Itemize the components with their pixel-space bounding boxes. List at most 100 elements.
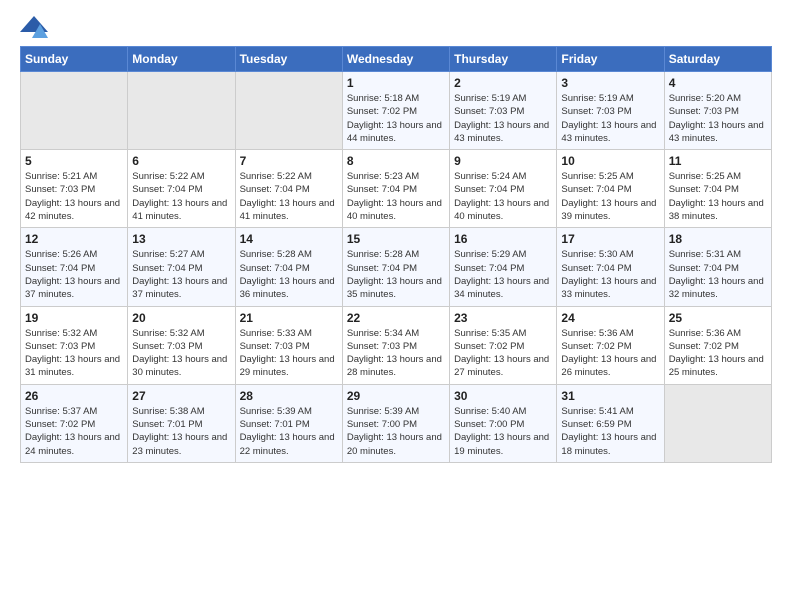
day-number: 31 xyxy=(561,389,659,403)
day-number: 11 xyxy=(669,154,767,168)
day-number: 23 xyxy=(454,311,552,325)
day-number: 4 xyxy=(669,76,767,90)
day-number: 29 xyxy=(347,389,445,403)
calendar-cell: 25 Sunrise: 5:36 AM Sunset: 7:02 PM Dayl… xyxy=(664,306,771,384)
calendar-cell: 4 Sunrise: 5:20 AM Sunset: 7:03 PM Dayli… xyxy=(664,72,771,150)
day-info: Sunrise: 5:22 AM Sunset: 7:04 PM Dayligh… xyxy=(240,170,338,223)
calendar-cell: 30 Sunrise: 5:40 AM Sunset: 7:00 PM Dayl… xyxy=(450,384,557,462)
calendar-cell: 23 Sunrise: 5:35 AM Sunset: 7:02 PM Dayl… xyxy=(450,306,557,384)
day-info: Sunrise: 5:30 AM Sunset: 7:04 PM Dayligh… xyxy=(561,248,659,301)
day-info: Sunrise: 5:25 AM Sunset: 7:04 PM Dayligh… xyxy=(669,170,767,223)
day-info: Sunrise: 5:41 AM Sunset: 6:59 PM Dayligh… xyxy=(561,405,659,458)
header xyxy=(20,16,772,38)
calendar-cell: 6 Sunrise: 5:22 AM Sunset: 7:04 PM Dayli… xyxy=(128,150,235,228)
day-info: Sunrise: 5:25 AM Sunset: 7:04 PM Dayligh… xyxy=(561,170,659,223)
calendar-cell: 9 Sunrise: 5:24 AM Sunset: 7:04 PM Dayli… xyxy=(450,150,557,228)
calendar-cell: 3 Sunrise: 5:19 AM Sunset: 7:03 PM Dayli… xyxy=(557,72,664,150)
calendar-cell xyxy=(235,72,342,150)
day-number: 9 xyxy=(454,154,552,168)
calendar-cell: 10 Sunrise: 5:25 AM Sunset: 7:04 PM Dayl… xyxy=(557,150,664,228)
day-info: Sunrise: 5:39 AM Sunset: 7:00 PM Dayligh… xyxy=(347,405,445,458)
calendar-table: SundayMondayTuesdayWednesdayThursdayFrid… xyxy=(20,46,772,463)
day-number: 2 xyxy=(454,76,552,90)
calendar-cell: 29 Sunrise: 5:39 AM Sunset: 7:00 PM Dayl… xyxy=(342,384,449,462)
calendar-cell: 17 Sunrise: 5:30 AM Sunset: 7:04 PM Dayl… xyxy=(557,228,664,306)
day-info: Sunrise: 5:21 AM Sunset: 7:03 PM Dayligh… xyxy=(25,170,123,223)
calendar-cell: 15 Sunrise: 5:28 AM Sunset: 7:04 PM Dayl… xyxy=(342,228,449,306)
weekday-header: Sunday xyxy=(21,47,128,72)
calendar-cell: 24 Sunrise: 5:36 AM Sunset: 7:02 PM Dayl… xyxy=(557,306,664,384)
weekday-header: Wednesday xyxy=(342,47,449,72)
calendar-cell: 5 Sunrise: 5:21 AM Sunset: 7:03 PM Dayli… xyxy=(21,150,128,228)
day-number: 25 xyxy=(669,311,767,325)
day-number: 1 xyxy=(347,76,445,90)
day-number: 14 xyxy=(240,232,338,246)
day-number: 7 xyxy=(240,154,338,168)
day-number: 8 xyxy=(347,154,445,168)
day-number: 15 xyxy=(347,232,445,246)
logo xyxy=(20,16,52,38)
calendar-week-row: 26 Sunrise: 5:37 AM Sunset: 7:02 PM Dayl… xyxy=(21,384,772,462)
day-number: 12 xyxy=(25,232,123,246)
day-number: 18 xyxy=(669,232,767,246)
calendar-cell: 16 Sunrise: 5:29 AM Sunset: 7:04 PM Dayl… xyxy=(450,228,557,306)
calendar-cell: 28 Sunrise: 5:39 AM Sunset: 7:01 PM Dayl… xyxy=(235,384,342,462)
day-number: 24 xyxy=(561,311,659,325)
day-number: 13 xyxy=(132,232,230,246)
day-info: Sunrise: 5:37 AM Sunset: 7:02 PM Dayligh… xyxy=(25,405,123,458)
calendar-cell: 11 Sunrise: 5:25 AM Sunset: 7:04 PM Dayl… xyxy=(664,150,771,228)
day-info: Sunrise: 5:27 AM Sunset: 7:04 PM Dayligh… xyxy=(132,248,230,301)
calendar-week-row: 12 Sunrise: 5:26 AM Sunset: 7:04 PM Dayl… xyxy=(21,228,772,306)
day-number: 20 xyxy=(132,311,230,325)
day-number: 30 xyxy=(454,389,552,403)
day-info: Sunrise: 5:28 AM Sunset: 7:04 PM Dayligh… xyxy=(240,248,338,301)
day-number: 10 xyxy=(561,154,659,168)
day-number: 6 xyxy=(132,154,230,168)
calendar-week-row: 1 Sunrise: 5:18 AM Sunset: 7:02 PM Dayli… xyxy=(21,72,772,150)
weekday-header: Saturday xyxy=(664,47,771,72)
calendar-cell xyxy=(664,384,771,462)
calendar-cell: 14 Sunrise: 5:28 AM Sunset: 7:04 PM Dayl… xyxy=(235,228,342,306)
calendar-cell: 1 Sunrise: 5:18 AM Sunset: 7:02 PM Dayli… xyxy=(342,72,449,150)
calendar-cell xyxy=(21,72,128,150)
day-info: Sunrise: 5:20 AM Sunset: 7:03 PM Dayligh… xyxy=(669,92,767,145)
calendar-cell: 22 Sunrise: 5:34 AM Sunset: 7:03 PM Dayl… xyxy=(342,306,449,384)
day-number: 5 xyxy=(25,154,123,168)
day-info: Sunrise: 5:18 AM Sunset: 7:02 PM Dayligh… xyxy=(347,92,445,145)
day-info: Sunrise: 5:28 AM Sunset: 7:04 PM Dayligh… xyxy=(347,248,445,301)
day-number: 21 xyxy=(240,311,338,325)
calendar-cell: 27 Sunrise: 5:38 AM Sunset: 7:01 PM Dayl… xyxy=(128,384,235,462)
day-info: Sunrise: 5:32 AM Sunset: 7:03 PM Dayligh… xyxy=(25,327,123,380)
day-info: Sunrise: 5:31 AM Sunset: 7:04 PM Dayligh… xyxy=(669,248,767,301)
day-info: Sunrise: 5:29 AM Sunset: 7:04 PM Dayligh… xyxy=(454,248,552,301)
day-info: Sunrise: 5:22 AM Sunset: 7:04 PM Dayligh… xyxy=(132,170,230,223)
day-info: Sunrise: 5:19 AM Sunset: 7:03 PM Dayligh… xyxy=(454,92,552,145)
calendar-cell: 8 Sunrise: 5:23 AM Sunset: 7:04 PM Dayli… xyxy=(342,150,449,228)
day-info: Sunrise: 5:23 AM Sunset: 7:04 PM Dayligh… xyxy=(347,170,445,223)
day-info: Sunrise: 5:40 AM Sunset: 7:00 PM Dayligh… xyxy=(454,405,552,458)
day-info: Sunrise: 5:33 AM Sunset: 7:03 PM Dayligh… xyxy=(240,327,338,380)
weekday-header: Tuesday xyxy=(235,47,342,72)
day-info: Sunrise: 5:26 AM Sunset: 7:04 PM Dayligh… xyxy=(25,248,123,301)
day-info: Sunrise: 5:36 AM Sunset: 7:02 PM Dayligh… xyxy=(561,327,659,380)
calendar-cell xyxy=(128,72,235,150)
day-number: 26 xyxy=(25,389,123,403)
weekday-header: Thursday xyxy=(450,47,557,72)
weekday-header: Friday xyxy=(557,47,664,72)
day-info: Sunrise: 5:34 AM Sunset: 7:03 PM Dayligh… xyxy=(347,327,445,380)
day-number: 16 xyxy=(454,232,552,246)
calendar-cell: 21 Sunrise: 5:33 AM Sunset: 7:03 PM Dayl… xyxy=(235,306,342,384)
day-number: 17 xyxy=(561,232,659,246)
calendar-cell: 31 Sunrise: 5:41 AM Sunset: 6:59 PM Dayl… xyxy=(557,384,664,462)
day-info: Sunrise: 5:24 AM Sunset: 7:04 PM Dayligh… xyxy=(454,170,552,223)
day-number: 28 xyxy=(240,389,338,403)
day-info: Sunrise: 5:39 AM Sunset: 7:01 PM Dayligh… xyxy=(240,405,338,458)
day-info: Sunrise: 5:36 AM Sunset: 7:02 PM Dayligh… xyxy=(669,327,767,380)
calendar-cell: 13 Sunrise: 5:27 AM Sunset: 7:04 PM Dayl… xyxy=(128,228,235,306)
calendar-body: 1 Sunrise: 5:18 AM Sunset: 7:02 PM Dayli… xyxy=(21,72,772,463)
day-info: Sunrise: 5:38 AM Sunset: 7:01 PM Dayligh… xyxy=(132,405,230,458)
calendar-cell: 7 Sunrise: 5:22 AM Sunset: 7:04 PM Dayli… xyxy=(235,150,342,228)
day-info: Sunrise: 5:35 AM Sunset: 7:02 PM Dayligh… xyxy=(454,327,552,380)
weekday-header: Monday xyxy=(128,47,235,72)
logo-icon xyxy=(20,16,48,38)
